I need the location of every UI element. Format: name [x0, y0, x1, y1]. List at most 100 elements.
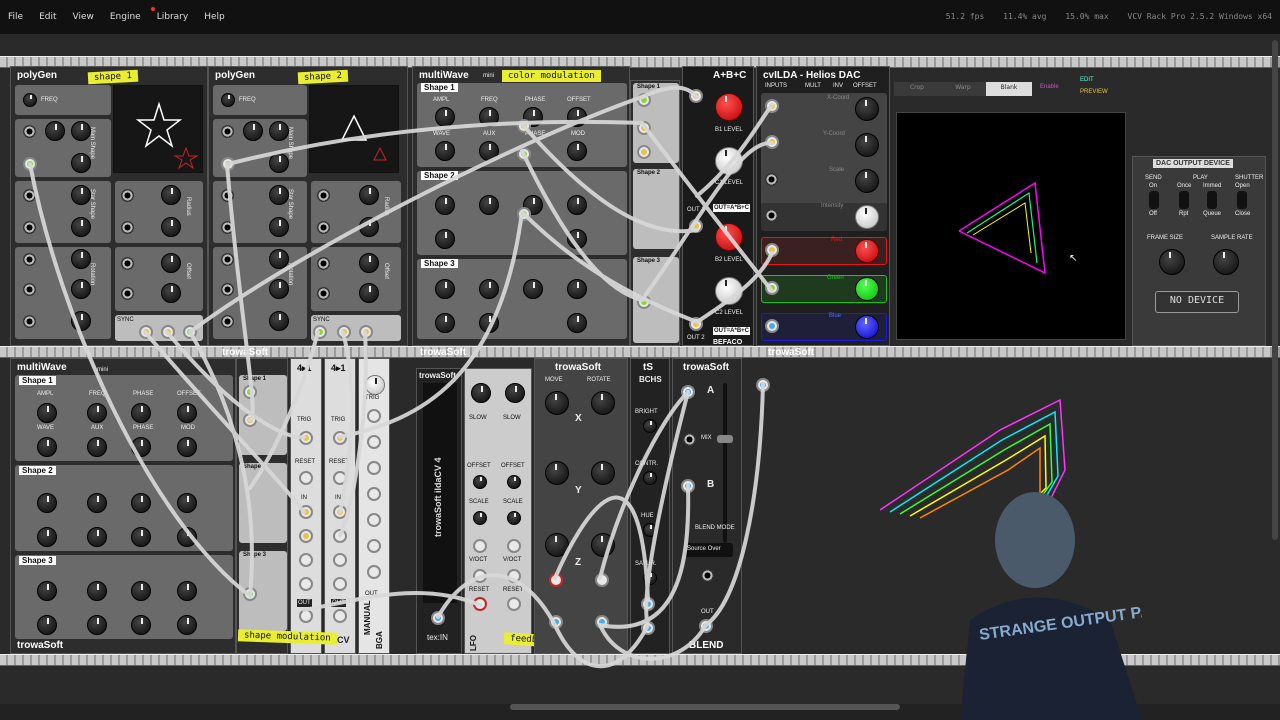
b2-level-knob[interactable]: [715, 223, 743, 251]
in-jack[interactable]: [333, 577, 347, 591]
shape1-x-jack[interactable]: [243, 413, 257, 427]
in-jack[interactable]: [333, 505, 347, 519]
lfo-out-jack[interactable]: [473, 597, 487, 611]
trig-out-jack[interactable]: [367, 487, 381, 501]
out2-jack[interactable]: [689, 317, 703, 331]
queue-switch[interactable]: [1207, 191, 1217, 209]
trig-jack[interactable]: [299, 431, 313, 445]
in-jack[interactable]: [299, 529, 313, 543]
in-jack[interactable]: [333, 553, 347, 567]
manual-trigger-button[interactable]: [365, 375, 385, 395]
tex-out-jack[interactable]: [549, 615, 563, 629]
lfo2-freq-knob[interactable]: [505, 383, 525, 403]
frame-size-knob[interactable]: [1159, 249, 1185, 275]
voct-jack[interactable]: [473, 539, 487, 553]
a1-jack[interactable]: [689, 89, 703, 103]
a2-jack[interactable]: [689, 219, 703, 233]
y-offset-knob[interactable]: [855, 133, 879, 157]
z-cv-jack[interactable]: [549, 573, 563, 587]
voct-jack[interactable]: [507, 539, 521, 553]
blend-a-jack[interactable]: [681, 385, 695, 399]
shutter-switch[interactable]: [1237, 191, 1247, 209]
out-jack[interactable]: [333, 609, 347, 623]
in-jack[interactable]: [299, 505, 313, 519]
blend-out-jack[interactable]: [699, 619, 713, 633]
preview-toggle[interactable]: PREVIEW: [1080, 89, 1108, 95]
note-color-modulation[interactable]: color modulation: [502, 70, 601, 82]
tab-blank[interactable]: Blank: [986, 82, 1032, 96]
tab-crop[interactable]: Crop: [894, 82, 940, 96]
cv-jack[interactable]: [517, 119, 531, 133]
enable-toggle[interactable]: Enable: [1040, 84, 1059, 90]
tex-in-jack[interactable]: [431, 611, 445, 625]
b1-level-knob[interactable]: [715, 93, 743, 121]
main-shape-cv-jack[interactable]: [221, 157, 235, 171]
trig-jack[interactable]: [333, 431, 347, 445]
mix-slider-handle[interactable]: [717, 435, 733, 443]
in-jack[interactable]: [299, 553, 313, 567]
y-out-jack[interactable]: [161, 325, 175, 339]
bchs-out-jack[interactable]: [641, 621, 655, 635]
blend-b-jack[interactable]: [681, 479, 695, 493]
green-knob[interactable]: [855, 277, 879, 301]
shape1-y-jack[interactable]: [637, 145, 651, 159]
vertical-scrollbar[interactable]: [1272, 40, 1278, 540]
edit-toggle[interactable]: EDIT: [1080, 77, 1094, 83]
c2-level-knob[interactable]: [715, 277, 743, 305]
shape1-x-jack[interactable]: [637, 121, 651, 135]
freq-knob[interactable]: [221, 93, 235, 107]
saturation-knob[interactable]: [643, 571, 657, 585]
green-jack[interactable]: [765, 281, 779, 295]
trig-out-jack[interactable]: [367, 565, 381, 579]
sample-rate-knob[interactable]: [1213, 249, 1239, 275]
x-coord-jack[interactable]: [765, 99, 779, 113]
y-out-jack[interactable]: [359, 325, 373, 339]
blend-mode-select[interactable]: Source Over: [683, 543, 733, 557]
horizontal-scrollbar[interactable]: [510, 704, 900, 710]
blue-knob[interactable]: [855, 315, 879, 339]
main-shape-cv-jack[interactable]: [23, 157, 37, 171]
menu-view[interactable]: View: [65, 12, 102, 22]
reset-jack[interactable]: [333, 471, 347, 485]
trig-out-jack[interactable]: [367, 409, 381, 423]
hue-knob[interactable]: [643, 523, 657, 537]
play-switch[interactable]: [1179, 191, 1189, 209]
in-jack[interactable]: [299, 577, 313, 591]
cv-jack[interactable]: [517, 147, 531, 161]
lfo1-freq-knob[interactable]: [471, 383, 491, 403]
loose-cable-jack[interactable]: [756, 378, 770, 392]
menu-help[interactable]: Help: [196, 12, 233, 22]
trig-out-jack[interactable]: [367, 513, 381, 527]
contrast-knob[interactable]: [643, 471, 657, 485]
lfo-out-jack[interactable]: [507, 597, 521, 611]
red-jack[interactable]: [765, 243, 779, 257]
lfo-jack[interactable]: [507, 569, 521, 583]
z-cv-jack[interactable]: [595, 573, 609, 587]
x-out-jack[interactable]: [337, 325, 351, 339]
y-coord-jack[interactable]: [765, 135, 779, 149]
intensity-knob[interactable]: [855, 205, 879, 229]
lfo-jack[interactable]: [473, 569, 487, 583]
trig-out-jack[interactable]: [367, 461, 381, 475]
tex-out-jack[interactable]: [595, 615, 609, 629]
bright-knob[interactable]: [643, 419, 657, 433]
trig-out-jack[interactable]: [367, 435, 381, 449]
scale-knob[interactable]: [855, 169, 879, 193]
send-switch[interactable]: [1149, 191, 1159, 209]
out-jack[interactable]: [299, 609, 313, 623]
tab-warp[interactable]: Warp: [940, 82, 986, 96]
shape3-out-jack[interactable]: [637, 295, 651, 309]
shape3-out-jack[interactable]: [243, 587, 257, 601]
menu-file[interactable]: File: [0, 12, 31, 22]
no-device-button[interactable]: NO DEVICE: [1155, 291, 1239, 313]
red-knob[interactable]: [855, 239, 879, 263]
bchs-in-jack[interactable]: [641, 597, 655, 611]
cv-jack[interactable]: [517, 207, 531, 221]
sync-out-jack[interactable]: [183, 325, 197, 339]
menu-library[interactable]: Library: [149, 7, 196, 22]
trig-out-jack[interactable]: [367, 539, 381, 553]
x-out-jack[interactable]: [139, 325, 153, 339]
blue-jack[interactable]: [765, 319, 779, 333]
c1-level-knob[interactable]: [715, 147, 743, 175]
reset-jack[interactable]: [299, 471, 313, 485]
